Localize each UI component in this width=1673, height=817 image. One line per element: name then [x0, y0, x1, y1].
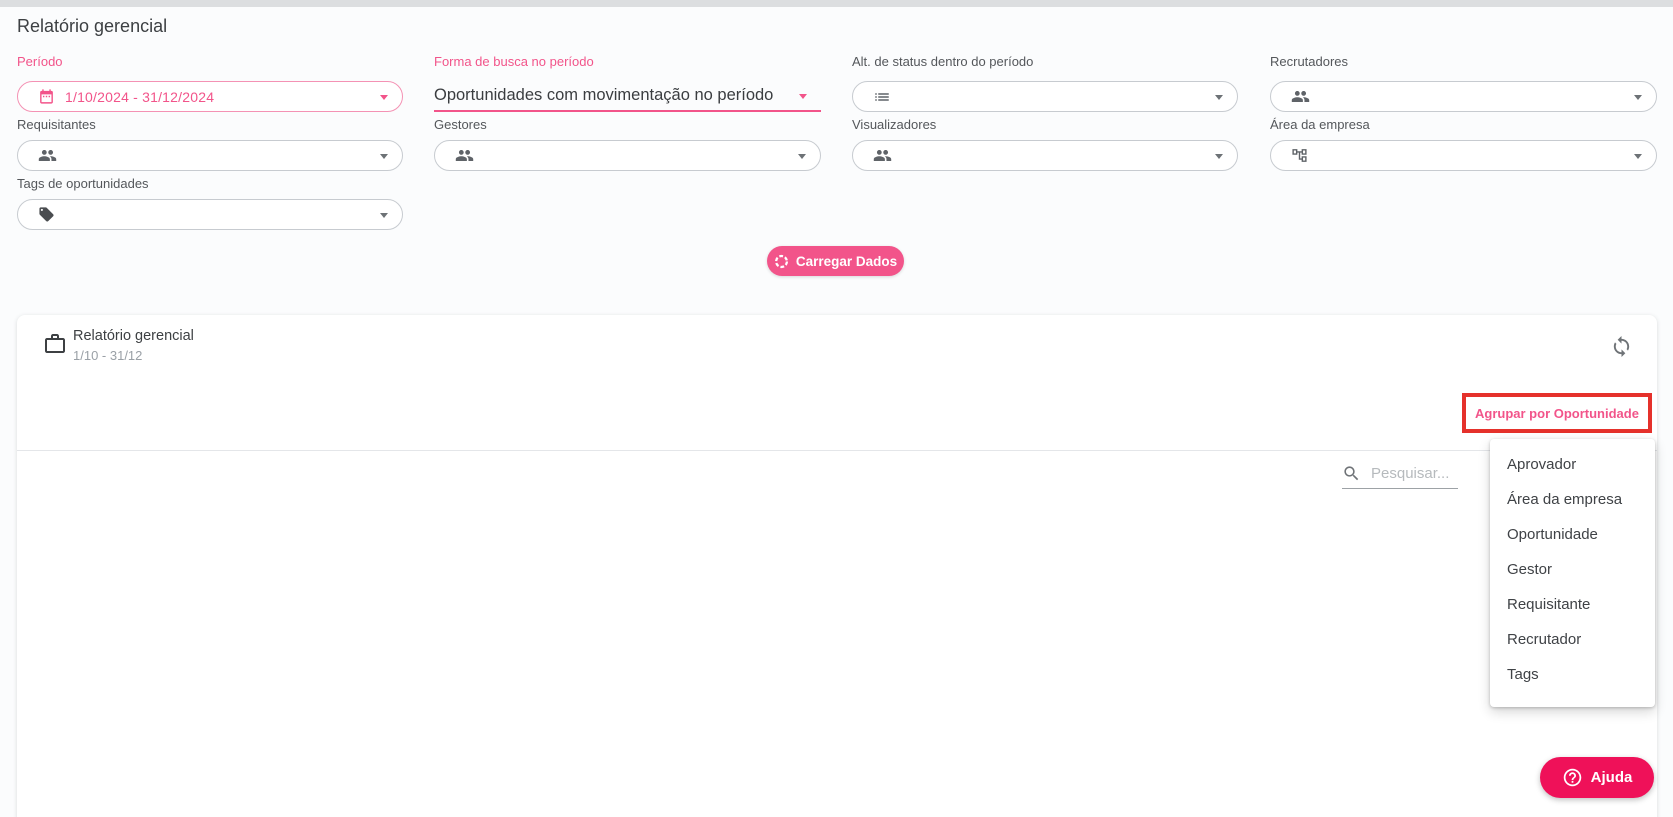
help-icon: [1562, 767, 1583, 788]
page-title: Relatório gerencial: [17, 16, 168, 36]
sync-icon: [1610, 335, 1636, 358]
menu-item-requisitante[interactable]: Requisitante: [1490, 587, 1655, 622]
sync-button[interactable]: [1610, 333, 1636, 359]
chevron-down-icon: [1634, 95, 1642, 100]
chevron-down-icon: [799, 94, 807, 99]
chevron-down-icon: [380, 154, 388, 159]
chevron-down-icon: [1215, 95, 1223, 100]
chevron-down-icon: [1634, 154, 1642, 159]
tags-label: Tags de oportunidades: [17, 176, 149, 191]
chevron-down-icon: [380, 95, 388, 100]
search-icon: [1342, 464, 1361, 483]
card-header-divider: [17, 450, 1657, 451]
group-icon: [455, 146, 474, 165]
periodo-value: 1/10/2024 - 31/12/2024: [65, 88, 215, 105]
area-empresa-select[interactable]: [1270, 140, 1657, 171]
report-card-period: 1/10 - 31/12: [73, 348, 143, 363]
recrutadores-select[interactable]: [1270, 81, 1657, 112]
search-field: [1342, 458, 1458, 489]
help-button[interactable]: Ajuda: [1540, 757, 1654, 798]
group-by-opportunity-button[interactable]: Agrupar por Oportunidade: [1469, 405, 1645, 422]
alt-status-label: Alt. de status dentro do período: [852, 54, 1034, 69]
periodo-label: Período: [17, 54, 63, 69]
gestores-label: Gestores: [434, 117, 487, 132]
alt-status-select[interactable]: [852, 81, 1238, 112]
menu-item-recrutador[interactable]: Recrutador: [1490, 622, 1655, 657]
briefcase-icon: [43, 332, 67, 356]
chevron-down-icon: [380, 213, 388, 218]
load-data-label: Carregar Dados: [795, 253, 898, 269]
calendar-icon: [38, 88, 55, 105]
requisitantes-select[interactable]: [17, 140, 403, 171]
top-strip: [0, 0, 1673, 7]
report-card: Relatório gerencial 1/10 - 31/12 Agrupar…: [17, 315, 1657, 817]
group-icon: [38, 146, 57, 165]
menu-item-oportunidade[interactable]: Oportunidade: [1490, 517, 1655, 552]
forma-busca-value: Oportunidades com movimentação no períod…: [434, 86, 774, 104]
load-data-button[interactable]: Carregar Dados: [767, 246, 904, 276]
loader-icon: [774, 254, 789, 269]
org-tree-icon: [1291, 147, 1308, 164]
list-icon: [873, 88, 891, 106]
area-empresa-label: Área da empresa: [1270, 117, 1370, 132]
group-icon: [1291, 87, 1310, 106]
forma-busca-label: Forma de busca no período: [434, 54, 594, 69]
recrutadores-label: Recrutadores: [1270, 54, 1349, 69]
menu-item-tags[interactable]: Tags: [1490, 657, 1655, 692]
chevron-down-icon: [798, 154, 806, 159]
report-card-title: Relatório gerencial: [73, 328, 194, 344]
requisitantes-label: Requisitantes: [17, 117, 96, 132]
chevron-down-icon: [1215, 154, 1223, 159]
visualizadores-select[interactable]: [852, 140, 1238, 171]
group-icon: [873, 146, 892, 165]
help-label: Ajuda: [1590, 769, 1633, 786]
visualizadores-label: Visualizadores: [852, 117, 937, 132]
group-by-menu: Aprovador Área da empresa Oportunidade G…: [1490, 439, 1655, 707]
search-input[interactable]: [1369, 463, 1455, 483]
tags-select[interactable]: [17, 199, 403, 230]
forma-busca-select[interactable]: Oportunidades com movimentação no períod…: [434, 81, 821, 112]
tag-icon: [38, 206, 55, 223]
periodo-select[interactable]: 1/10/2024 - 31/12/2024: [17, 81, 403, 112]
gestores-select[interactable]: [434, 140, 821, 171]
page: Relatório gerencial Período Forma de bus…: [0, 0, 1673, 817]
menu-item-gestor[interactable]: Gestor: [1490, 552, 1655, 587]
menu-item-area-da-empresa[interactable]: Área da empresa: [1490, 482, 1655, 517]
annotation-box: Agrupar por Oportunidade: [1462, 393, 1652, 433]
menu-item-aprovador[interactable]: Aprovador: [1490, 447, 1655, 482]
